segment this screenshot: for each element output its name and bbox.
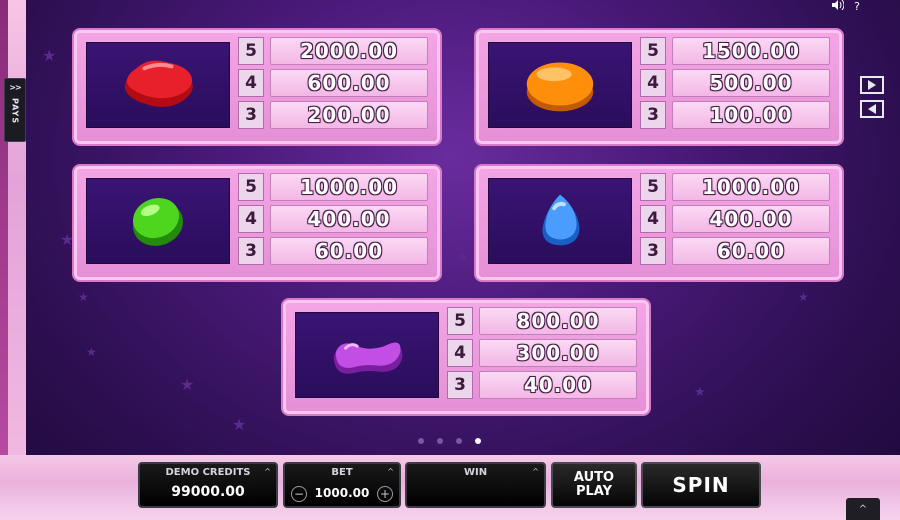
payout-value: 1500.00 [672,37,830,65]
credits-display: DEMO CREDITS 99000.00 ^ [138,462,278,508]
speaker-icon[interactable] [832,0,845,13]
arrow-left-icon [868,104,876,114]
purple-candy-icon [333,342,403,374]
chevron-up-icon[interactable]: ^ [532,467,539,476]
chevron-up-icon[interactable]: ^ [387,467,394,476]
bet-increase-button[interactable]: + [377,486,393,502]
symbol-green-candy [86,178,230,264]
page-dot[interactable] [456,438,462,444]
help-button[interactable]: ? [854,0,860,13]
payout-value: 200.00 [270,101,428,129]
win-label: WIN [463,467,488,478]
symbol-red-candy [86,42,230,128]
payout-value: 1000.00 [270,173,428,201]
match-count: 5 [640,37,666,65]
page-dot[interactable] [418,438,424,444]
match-count: 3 [640,101,666,129]
symbol-purple-candy [295,312,439,398]
pays-tab[interactable]: >> PAYS [4,78,26,142]
match-count: 4 [238,69,264,97]
payout-value: 60.00 [672,237,830,265]
red-candy-icon [124,60,193,108]
blue-candy-icon [542,194,580,246]
payout-value: 500.00 [672,69,830,97]
match-count: 5 [238,37,264,65]
bet-decrease-button[interactable]: − [291,486,307,502]
page-indicator [418,438,481,444]
match-count: 5 [640,173,666,201]
match-count: 4 [640,69,666,97]
prev-page-button[interactable] [860,100,884,118]
symbol-blue-candy [488,178,632,264]
payout-value: 300.00 [479,339,637,367]
page-dot-active[interactable] [475,438,481,444]
payout-value: 60.00 [270,237,428,265]
chevron-up-icon[interactable]: ^ [264,467,271,476]
symbol-orange-candy [488,42,632,128]
bet-label: BET [331,467,353,478]
green-candy-icon [133,198,183,246]
auto-play-button[interactable]: AUTO PLAY [551,462,637,508]
match-count: 4 [447,339,473,367]
match-count: 5 [447,307,473,335]
match-count: 5 [238,173,264,201]
chevron-up-icon: ^ [858,503,868,515]
paytable-panel-green: 5 1000.00 4 400.00 3 60.00 [74,166,440,280]
win-display: WIN ^ [405,462,546,508]
menu-toggle-button[interactable]: ^ [846,498,880,520]
bet-control: BET 1000.00 − + ^ [283,462,401,508]
paytable-panel-orange: 5 1500.00 4 500.00 3 100.00 [476,30,842,144]
payout-value: 800.00 [479,307,637,335]
match-count: 3 [447,371,473,399]
payout-value: 400.00 [672,205,830,233]
arrow-right-icon [868,80,876,90]
match-count: 4 [238,205,264,233]
payout-value: 100.00 [672,101,830,129]
payout-value: 40.00 [479,371,637,399]
payout-value: 400.00 [270,205,428,233]
next-page-button[interactable] [860,76,884,94]
match-count: 3 [238,101,264,129]
top-right-icons: ? [832,0,860,13]
match-count: 3 [640,237,666,265]
orange-candy-icon [526,62,594,112]
pays-tab-label: PAYS [10,98,20,125]
paytable-panel-red: 5 2000.00 4 600.00 3 200.00 [74,30,440,144]
match-count: 3 [238,237,264,265]
reel-frame-edge [0,0,26,455]
control-bar: DEMO CREDITS 99000.00 ^ BET 1000.00 − + … [0,462,900,510]
credits-value: 99000.00 [171,484,245,500]
double-chevron-icon: >> [9,83,21,92]
match-count: 4 [640,205,666,233]
paytable-panel-purple: 5 800.00 4 300.00 3 40.00 [283,300,649,414]
payout-value: 1000.00 [672,173,830,201]
credits-label: DEMO CREDITS [165,467,251,478]
payout-value: 600.00 [270,69,428,97]
payout-value: 2000.00 [270,37,428,65]
spin-button[interactable]: SPIN [641,462,761,508]
page-dot[interactable] [437,438,443,444]
paytable-panel-blue: 5 1000.00 4 400.00 3 60.00 [476,166,842,280]
